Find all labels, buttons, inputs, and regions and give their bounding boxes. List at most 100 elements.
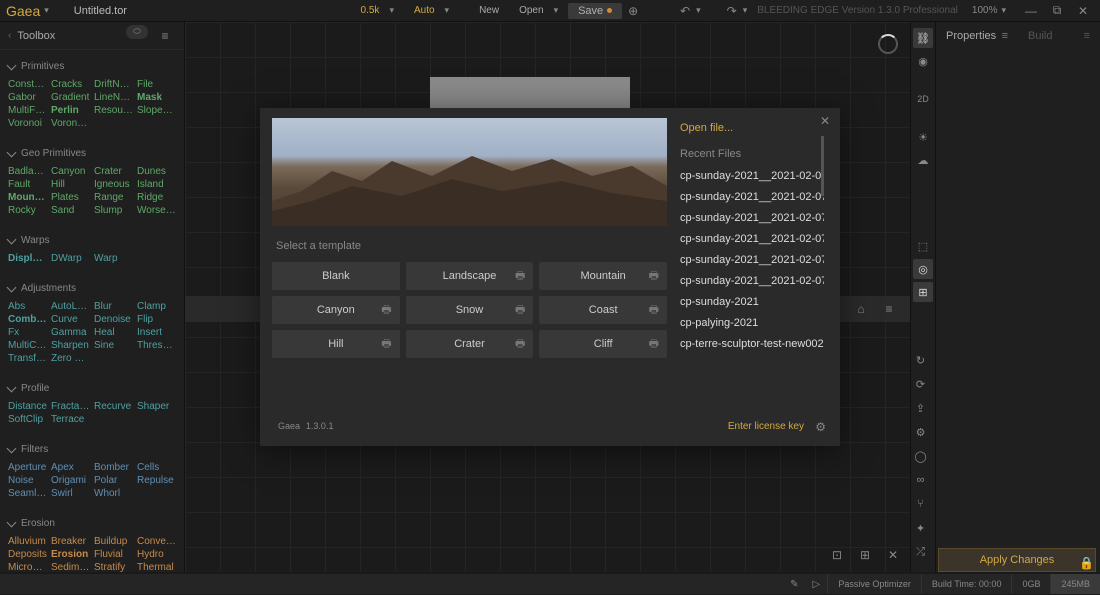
node-gabor[interactable]: Gabor: [8, 92, 47, 103]
node-clamp[interactable]: Clamp: [137, 301, 176, 312]
scale-chevron-icon[interactable]: ▾: [389, 5, 394, 16]
node-mountain[interactable]: Mountain: [8, 192, 47, 203]
node-distance[interactable]: Distance: [8, 401, 47, 412]
app-logo[interactable]: Gaea: [6, 3, 40, 19]
node-denoise[interactable]: Denoise: [94, 314, 133, 325]
node-origami[interactable]: Origami: [51, 475, 90, 486]
add-icon[interactable]: ⊕: [622, 0, 644, 22]
node-heal[interactable]: Heal: [94, 327, 133, 338]
node-crater[interactable]: Crater: [94, 166, 133, 177]
template-canyon-button[interactable]: Canyon🖶: [272, 296, 400, 324]
node-alluvium[interactable]: Alluvium: [8, 536, 47, 547]
node-ridge[interactable]: Ridge: [137, 192, 176, 203]
recent-file-item[interactable]: cp-sunday-2021__2021-02-07__10: [680, 191, 824, 203]
node-aperture[interactable]: Aperture: [8, 462, 47, 473]
build-menu-icon[interactable]: ≡: [1084, 30, 1090, 42]
template-snow-button[interactable]: Snow🖶: [406, 296, 534, 324]
node-slump[interactable]: Slump: [94, 205, 133, 216]
node-insert[interactable]: Insert: [137, 327, 176, 338]
node-buildup[interactable]: Buildup: [94, 536, 133, 547]
node-shaper[interactable]: Shaper: [137, 401, 176, 412]
logo-chevron-icon[interactable]: ▾: [44, 5, 49, 16]
node-sharpen[interactable]: Sharpen: [51, 340, 90, 351]
node-sine[interactable]: Sine: [94, 340, 133, 351]
node-hydro[interactable]: Hydro: [137, 549, 176, 560]
graph-menu-icon[interactable]: ≡: [878, 298, 900, 320]
open-file-link[interactable]: Open file...: [680, 122, 824, 134]
maximize-icon[interactable]: ⧉: [1046, 0, 1068, 22]
node-thermal[interactable]: Thermal: [137, 562, 176, 572]
node-rocky[interactable]: Rocky: [8, 205, 47, 216]
menu-icon[interactable]: ≡: [154, 25, 176, 47]
node-breaker[interactable]: Breaker: [51, 536, 90, 547]
node-gradient[interactable]: Gradient: [51, 92, 90, 103]
recent-file-item[interactable]: cp-sunday-2021__2021-02-07__10: [680, 233, 824, 245]
auto-label[interactable]: Auto: [404, 5, 445, 16]
node-warp[interactable]: Warp: [94, 253, 133, 264]
category-geo-primitives[interactable]: Geo Primitives: [8, 143, 176, 164]
node-mask[interactable]: Mask: [137, 92, 176, 103]
view-2d-button[interactable]: 2D: [913, 89, 933, 109]
node-apex[interactable]: Apex: [51, 462, 90, 473]
category-erosion[interactable]: Erosion: [8, 513, 176, 534]
cloud-icon[interactable]: ☁: [913, 150, 933, 170]
node-fault[interactable]: Fault: [8, 179, 47, 190]
category-profile[interactable]: Profile: [8, 378, 176, 399]
recent-file-item[interactable]: cp-sunday-2021__2021-02-07__10: [680, 212, 824, 224]
redo-icon[interactable]: ↷: [721, 0, 743, 22]
tool-fork-icon[interactable]: ⑂: [911, 494, 931, 514]
undo-chev-icon[interactable]: ▾: [696, 5, 701, 16]
node-multifractal[interactable]: MultiFractal: [8, 105, 47, 116]
grid-icon[interactable]: ⊞: [913, 282, 933, 302]
node-fractalte[interactable]: FractalTe...: [51, 401, 90, 412]
category-primitives[interactable]: Primitives: [8, 56, 176, 77]
recent-file-item[interactable]: cp-sunday-2021__2021-02-07__10: [680, 254, 824, 266]
tool-link-icon[interactable]: ∞: [911, 470, 931, 490]
enter-license-link[interactable]: Enter license key: [728, 421, 804, 432]
node-slopenoise[interactable]: SlopeNoise: [137, 105, 176, 116]
link-icon[interactable]: ⛓: [913, 28, 933, 48]
open-chevron-icon[interactable]: ▾: [554, 5, 559, 16]
node-voronoi[interactable]: Voronoi: [8, 118, 47, 129]
node-transform[interactable]: Transform: [8, 353, 47, 364]
template-hill-button[interactable]: Hill🖶: [272, 330, 400, 358]
node-sediment[interactable]: Sediment: [51, 562, 90, 572]
node-recurve[interactable]: Recurve: [94, 401, 133, 412]
snap2-icon[interactable]: ⊞: [854, 544, 876, 566]
optimizer-status[interactable]: Passive Optimizer: [827, 574, 921, 594]
node-voronoi[interactable]: Voronoi+: [51, 118, 90, 129]
snap1-icon[interactable]: ⊡: [826, 544, 848, 566]
undo-icon[interactable]: ↶: [674, 0, 696, 22]
template-blank-button[interactable]: Blank: [272, 262, 400, 290]
recent-file-item[interactable]: cp-palying-2021: [680, 317, 824, 329]
node-convector[interactable]: Convector: [137, 536, 176, 547]
template-mountain-button[interactable]: Mountain🖶: [539, 262, 667, 290]
node-driftnoise[interactable]: DriftNoise: [94, 79, 133, 90]
template-landscape-button[interactable]: Landscape🖶: [406, 262, 534, 290]
tool-refresh-icon[interactable]: ⟳: [911, 374, 931, 394]
node-microeros[interactable]: MicroEros...: [8, 562, 47, 572]
node-zerobord[interactable]: Zero Bord...: [51, 353, 90, 364]
category-filters[interactable]: Filters: [8, 439, 176, 460]
lock-icon[interactable]: 🔒: [1079, 556, 1094, 570]
pencil-icon[interactable]: ✎: [783, 573, 805, 595]
apply-changes-button[interactable]: Apply Changes: [938, 548, 1096, 572]
tool-gear-icon[interactable]: ⚙: [911, 422, 931, 442]
node-terrace[interactable]: Terrace: [51, 414, 90, 425]
node-badlands[interactable]: Badlands: [8, 166, 47, 177]
recent-file-item[interactable]: cp-sunday-2021: [680, 296, 824, 308]
tool-rotate-icon[interactable]: ↻: [911, 350, 931, 370]
node-seamless[interactable]: Seamless: [8, 488, 47, 499]
settings-gear-icon[interactable]: ⚙: [815, 420, 826, 434]
node-canyon[interactable]: Canyon: [51, 166, 90, 177]
node-displace[interactable]: Displace: [8, 253, 47, 264]
node-multicom[interactable]: MultiCom...: [8, 340, 47, 351]
recent-file-item[interactable]: cp-terre-sculptor-test-new002: [680, 338, 824, 350]
node-threshold[interactable]: Threshold: [137, 340, 176, 351]
node-fx[interactable]: Fx: [8, 327, 47, 338]
node-autolevel[interactable]: AutoLevel: [51, 301, 90, 312]
node-range[interactable]: Range: [94, 192, 133, 203]
node-dwarp[interactable]: DWarp: [51, 253, 90, 264]
recent-file-item[interactable]: cp-sunday-2021__2021-02-07__10: [680, 275, 824, 287]
close-window-icon[interactable]: ✕: [1072, 0, 1094, 22]
